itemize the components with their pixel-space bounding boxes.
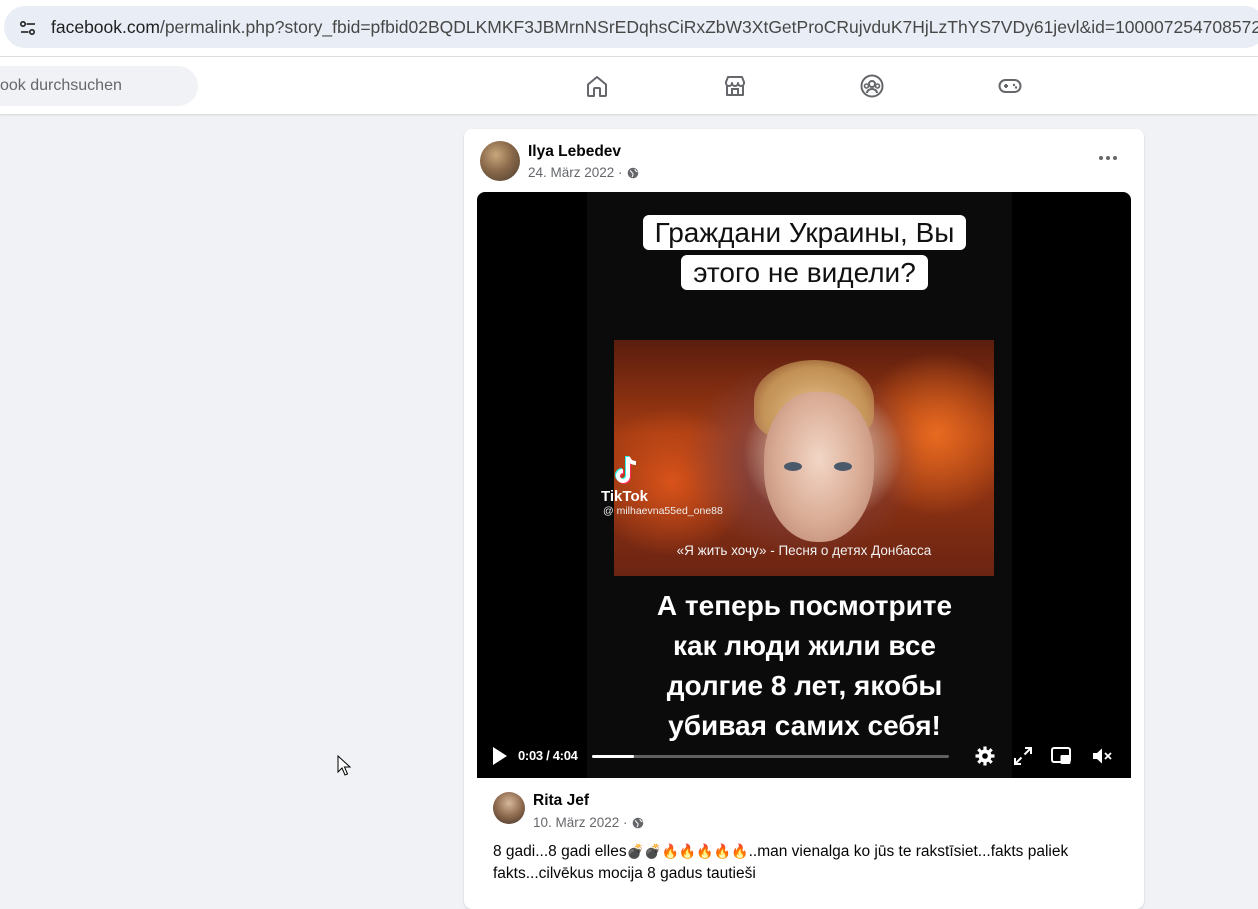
tab-gaming[interactable]: [993, 69, 1027, 103]
tab-marketplace[interactable]: [718, 69, 752, 103]
marketplace-icon: [725, 76, 745, 96]
browser-address-bar: facebook.com/permalink.php?story_fbid=pf…: [0, 0, 1258, 56]
video-progress-bar[interactable]: [592, 755, 949, 758]
video-caption-bottom-line-1: А теперь посмотрите: [656, 590, 953, 621]
fullscreen-icon[interactable]: [1012, 745, 1034, 767]
right-eye-shape: [834, 462, 852, 471]
post-meta: 24. März 2022 ·: [528, 165, 639, 180]
video-controls: 0:03 / 4:04: [477, 734, 1131, 778]
search-box[interactable]: [0, 66, 230, 106]
tab-groups[interactable]: [855, 69, 889, 103]
video-progress-fill: [592, 755, 634, 758]
url-field[interactable]: facebook.com/permalink.php?story_fbid=pf…: [4, 6, 1258, 48]
url-path: /permalink.php?story_fbid=pfbid02BQDLKMK…: [159, 17, 1258, 37]
url-host: facebook.com: [51, 17, 160, 37]
url-text: facebook.com/permalink.php?story_fbid=pf…: [51, 17, 1258, 38]
mouse-cursor-icon: [337, 755, 351, 776]
video-caption-bottom-line-2: как люди жили все: [673, 630, 936, 661]
tiktok-watermark: TikTok @ milhaevna55ed_one88: [601, 454, 731, 524]
left-eye-shape: [784, 462, 802, 471]
post-author-name[interactable]: Ilya Lebedev: [528, 143, 621, 161]
muted-volume-icon[interactable]: [1091, 745, 1113, 767]
video-time: 0:03 / 4:04: [518, 748, 578, 763]
facebook-top-nav: [0, 56, 1258, 114]
globe-icon: [632, 817, 643, 828]
comment-date[interactable]: 10. März 2022 ·: [533, 815, 628, 830]
video-caption-bottom-line-3: долгие 8 лет, якобы: [666, 670, 943, 701]
site-info-icon[interactable]: [18, 18, 38, 38]
search-input[interactable]: [0, 66, 230, 106]
video-song-caption: «Я жить хочу» - Песня о детях Донбасса: [676, 543, 932, 558]
home-icon: [587, 76, 607, 97]
more-dots-icon: [1099, 156, 1117, 160]
play-icon[interactable]: [491, 746, 509, 766]
groups-icon: [860, 74, 884, 98]
picture-in-picture-icon[interactable]: [1050, 745, 1072, 767]
tiktok-logo-icon: [615, 456, 637, 484]
tab-home[interactable]: [580, 69, 614, 103]
gaming-icon: [998, 79, 1022, 93]
comment-emojis: 💣💣🔥🔥🔥🔥🔥: [626, 843, 749, 859]
post-date[interactable]: 24. März 2022 ·: [528, 165, 623, 180]
tiktok-handle: @ milhaevna55ed_one88: [603, 505, 723, 517]
video-caption-bottom: А теперь посмотрите как люди жили все до…: [607, 586, 1002, 746]
video-caption-top: Граждани Украины, Вы этого не видели?: [622, 213, 987, 293]
child-face-shape: [764, 392, 874, 542]
comment-author-name[interactable]: Rita Jef: [533, 792, 589, 810]
video-caption-top-line-1: Граждани Украины, Вы: [642, 215, 967, 250]
post-card: Ilya Lebedev 24. März 2022 · Граждани Ук…: [464, 129, 1144, 909]
tiktok-label: TikTok: [601, 488, 648, 505]
author-avatar[interactable]: [480, 141, 520, 181]
settings-gear-icon[interactable]: [974, 745, 996, 767]
comment-text-part-1: 8 gadi...8 gadi elles: [493, 843, 627, 860]
globe-icon: [627, 167, 638, 178]
video-player[interactable]: Граждани Украины, Вы этого не видели? Ti…: [477, 192, 1131, 778]
comment-author-avatar[interactable]: [493, 792, 525, 824]
video-caption-top-line-2: этого не видели?: [681, 255, 928, 290]
post-more-options-button[interactable]: [1090, 147, 1126, 169]
comment-meta: 10. März 2022 ·: [533, 815, 644, 830]
comment-text: 8 gadi...8 gadi elles💣💣🔥🔥🔥🔥🔥..man vienal…: [493, 840, 1113, 885]
